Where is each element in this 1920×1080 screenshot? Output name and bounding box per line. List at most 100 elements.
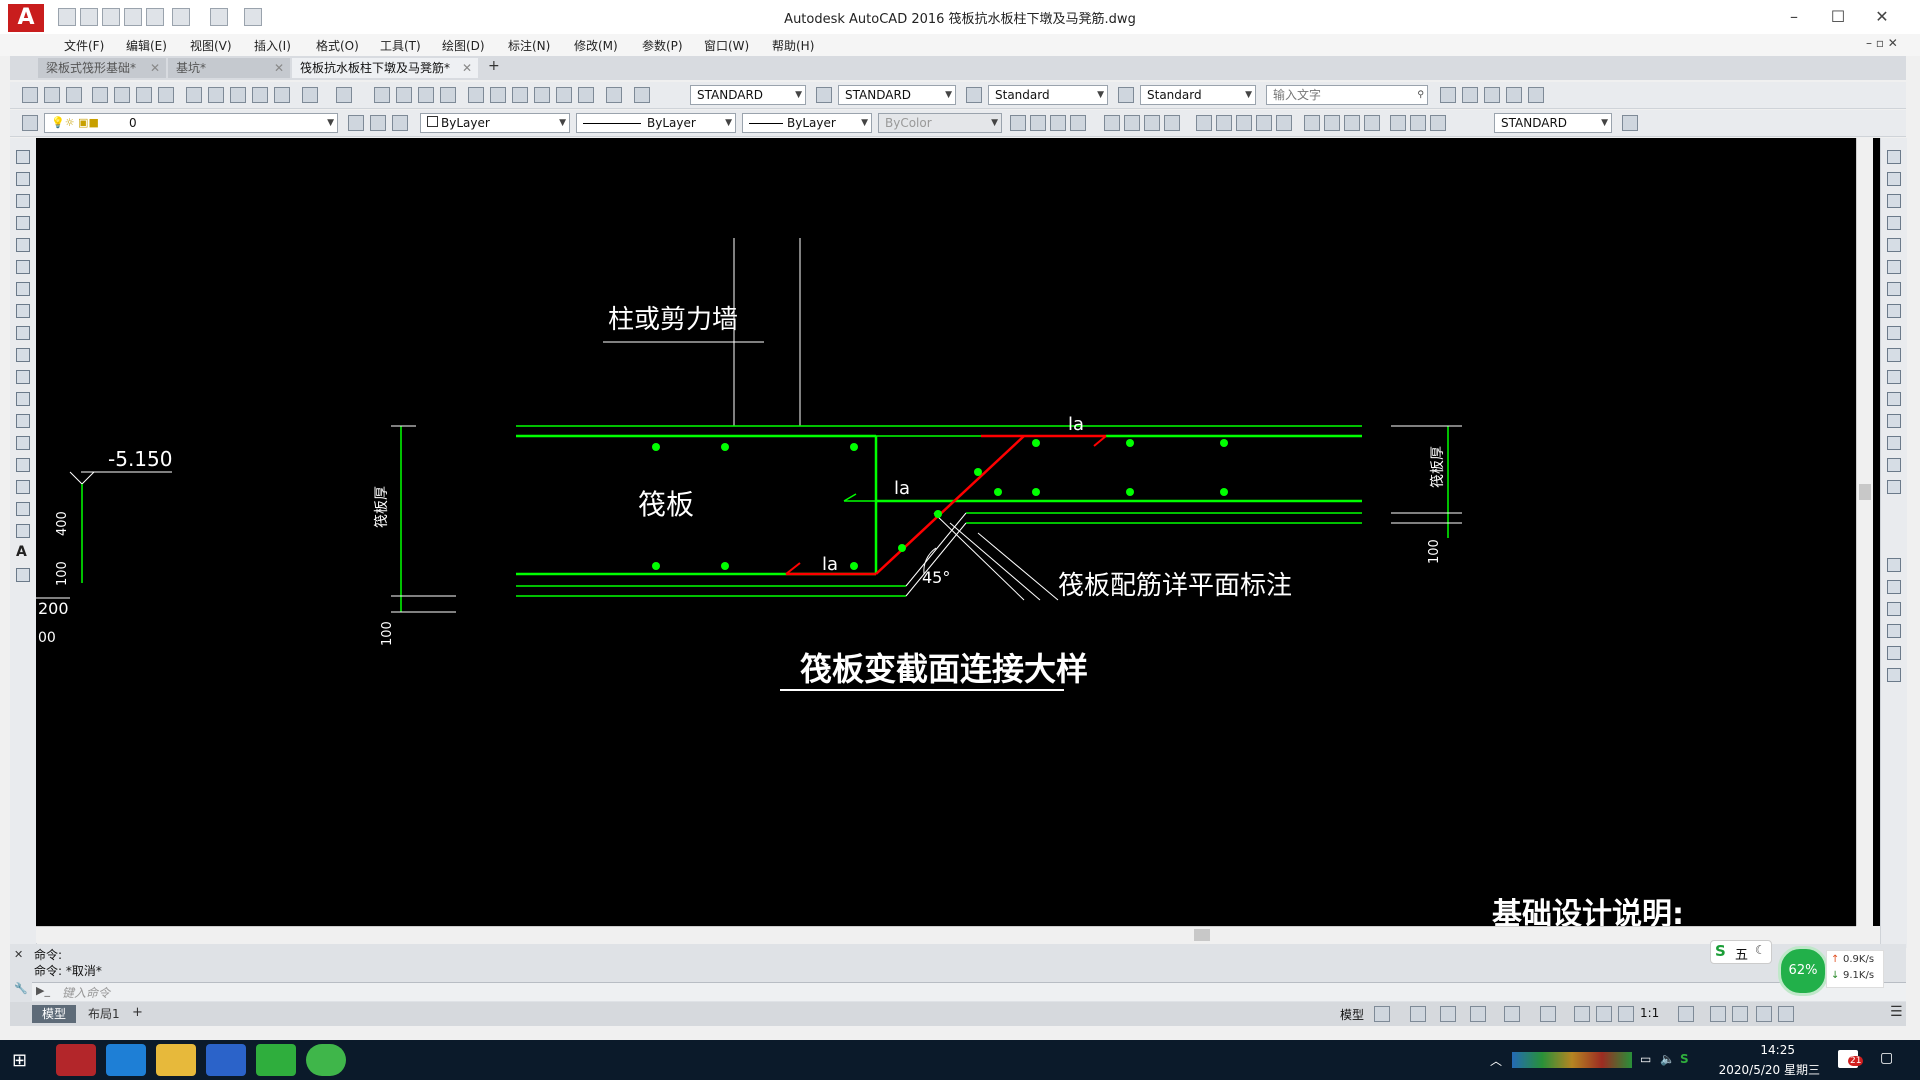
wechat-taskbar-icon[interactable] bbox=[256, 1044, 296, 1076]
command-input[interactable]: ▶_ 键入命令 bbox=[32, 982, 1906, 1001]
text-front-icon[interactable] bbox=[1887, 668, 1901, 682]
clean-screen-icon[interactable] bbox=[1778, 1006, 1794, 1022]
match-properties-icon[interactable] bbox=[252, 87, 268, 103]
dim-style-manager-icon[interactable] bbox=[1622, 115, 1638, 131]
circle-icon[interactable] bbox=[16, 282, 30, 296]
layer-properties-icon[interactable] bbox=[22, 115, 38, 131]
object-snap-icon[interactable] bbox=[1540, 1006, 1556, 1022]
list-icon[interactable] bbox=[1528, 87, 1544, 103]
menu-help[interactable]: 帮助(H) bbox=[772, 37, 814, 54]
chamfer-icon[interactable] bbox=[1887, 436, 1901, 450]
menu-draw[interactable]: 绘图(D) bbox=[442, 37, 485, 54]
construction-line-icon[interactable] bbox=[16, 172, 30, 186]
jogged-linear-icon[interactable] bbox=[1364, 115, 1380, 131]
extend-icon[interactable] bbox=[1887, 370, 1901, 384]
block-editor-icon[interactable] bbox=[274, 87, 290, 103]
send-under-icon[interactable] bbox=[1887, 646, 1901, 660]
layer-select[interactable]: 💡☼ ▣■ 0 ▼ bbox=[44, 113, 338, 133]
ortho-icon[interactable] bbox=[1440, 1006, 1456, 1022]
revision-cloud-icon[interactable] bbox=[16, 304, 30, 318]
measure-icon[interactable] bbox=[1440, 87, 1456, 103]
text-style-select[interactable]: STANDARD ▼ bbox=[690, 85, 806, 105]
annotation-scale-icon[interactable] bbox=[1618, 1006, 1634, 1022]
open-icon[interactable] bbox=[44, 87, 60, 103]
color-select[interactable]: ByLayer ▼ bbox=[420, 113, 570, 133]
area-icon[interactable] bbox=[1462, 87, 1478, 103]
arc-icon[interactable] bbox=[16, 260, 30, 274]
linetype-select[interactable]: ByLayer ▼ bbox=[576, 113, 736, 133]
lineweight-select[interactable]: ByLayer ▼ bbox=[742, 113, 872, 133]
menu-dimension[interactable]: 标注(N) bbox=[508, 37, 550, 54]
menu-parametric[interactable]: 参数(P) bbox=[642, 37, 683, 54]
paste-icon[interactable] bbox=[230, 87, 246, 103]
search-input[interactable]: 输入文字 ⚲ bbox=[1266, 85, 1428, 105]
menu-edit[interactable]: 编辑(E) bbox=[126, 37, 167, 54]
customize-menu-icon[interactable]: ☰ bbox=[1890, 1004, 1903, 1020]
menu-insert[interactable]: 插入(I) bbox=[254, 37, 291, 54]
tray-icons[interactable] bbox=[1512, 1052, 1632, 1068]
autocad-taskbar-icon[interactable] bbox=[56, 1044, 96, 1076]
trim-icon[interactable] bbox=[1887, 348, 1901, 362]
plot-icon[interactable] bbox=[92, 87, 108, 103]
undo-icon[interactable] bbox=[302, 87, 318, 103]
calculator-icon[interactable] bbox=[578, 87, 594, 103]
save-icon[interactable] bbox=[66, 87, 82, 103]
center-mark-icon[interactable] bbox=[1324, 115, 1340, 131]
arc-length-icon[interactable] bbox=[1050, 115, 1066, 131]
break-icon[interactable] bbox=[1887, 392, 1901, 406]
annotation-scale-select[interactable]: 1:1 bbox=[1640, 1006, 1659, 1020]
clock-time[interactable]: 14:25 bbox=[1735, 1043, 1795, 1057]
close-icon[interactable]: ✕ bbox=[150, 58, 160, 78]
quick-dim-icon[interactable] bbox=[1196, 115, 1212, 131]
table-style-select[interactable]: Standard ▼ bbox=[988, 85, 1108, 105]
radius-dim-icon[interactable] bbox=[1104, 115, 1120, 131]
tab-document[interactable]: 基坑* ✕ bbox=[168, 58, 290, 78]
3d-print-icon[interactable] bbox=[158, 87, 174, 103]
bring-front-icon[interactable] bbox=[1887, 580, 1901, 594]
angular-dim-icon[interactable] bbox=[1164, 115, 1180, 131]
isodraft-icon[interactable] bbox=[1504, 1006, 1520, 1022]
inspection-icon[interactable] bbox=[1344, 115, 1360, 131]
tencent-docs-taskbar-icon[interactable] bbox=[106, 1044, 146, 1076]
menu-modify[interactable]: 修改(M) bbox=[574, 37, 618, 54]
add-layout-button[interactable]: + bbox=[132, 1005, 143, 1020]
tool-palettes-icon[interactable] bbox=[512, 87, 528, 103]
annotation-visibility-icon[interactable] bbox=[1574, 1006, 1590, 1022]
tab-model[interactable]: 模型 bbox=[32, 1005, 77, 1023]
mirror-icon[interactable] bbox=[1887, 194, 1901, 208]
vertical-scroll-thumb[interactable] bbox=[1859, 484, 1871, 500]
cut-icon[interactable] bbox=[186, 87, 202, 103]
rotate-icon[interactable] bbox=[1887, 282, 1901, 296]
minimize-button[interactable]: – bbox=[1774, 6, 1814, 28]
notification-icon[interactable]: 21 bbox=[1838, 1050, 1864, 1068]
dim-style-select[interactable]: STANDARD ▼ bbox=[838, 85, 956, 105]
horizontal-scrollbar[interactable] bbox=[36, 926, 1856, 943]
help-icon[interactable] bbox=[606, 87, 622, 103]
maximize-button[interactable]: ☐ bbox=[1818, 6, 1858, 28]
new-icon[interactable] bbox=[22, 87, 38, 103]
tab-document[interactable]: 梁板式筏形基础* ✕ bbox=[38, 58, 166, 78]
properties-icon[interactable] bbox=[468, 87, 484, 103]
multiline-text-icon[interactable]: A bbox=[16, 544, 27, 560]
fillet-icon[interactable] bbox=[1887, 458, 1901, 472]
close-button[interactable]: ✕ bbox=[1862, 6, 1902, 28]
polyline-icon[interactable] bbox=[16, 194, 30, 208]
jogged-dim-icon[interactable] bbox=[1124, 115, 1140, 131]
binoculars-icon[interactable]: ⚲ bbox=[1417, 86, 1424, 104]
layer-previous-icon[interactable] bbox=[370, 115, 386, 131]
word-taskbar-icon[interactable] bbox=[206, 1044, 246, 1076]
rectangle-icon[interactable] bbox=[16, 238, 30, 252]
network-icon[interactable]: ▭ bbox=[1640, 1052, 1651, 1066]
dim-break-icon[interactable] bbox=[1276, 115, 1292, 131]
workspace-gear-icon[interactable] bbox=[1678, 1006, 1694, 1022]
dim-style-select-2[interactable]: STANDARD ▼ bbox=[1494, 113, 1612, 133]
browser-taskbar-icon[interactable] bbox=[306, 1044, 346, 1076]
action-center-icon[interactable]: ▢ bbox=[1880, 1050, 1893, 1066]
markup-icon[interactable] bbox=[556, 87, 572, 103]
line-icon[interactable] bbox=[16, 150, 30, 164]
new-tab-button[interactable]: + bbox=[488, 58, 500, 74]
region-icon[interactable] bbox=[16, 502, 30, 516]
zoom-realtime-icon[interactable] bbox=[396, 87, 412, 103]
wrench-icon[interactable]: 🔧 bbox=[14, 982, 28, 995]
snap-icon[interactable] bbox=[1410, 1006, 1426, 1022]
